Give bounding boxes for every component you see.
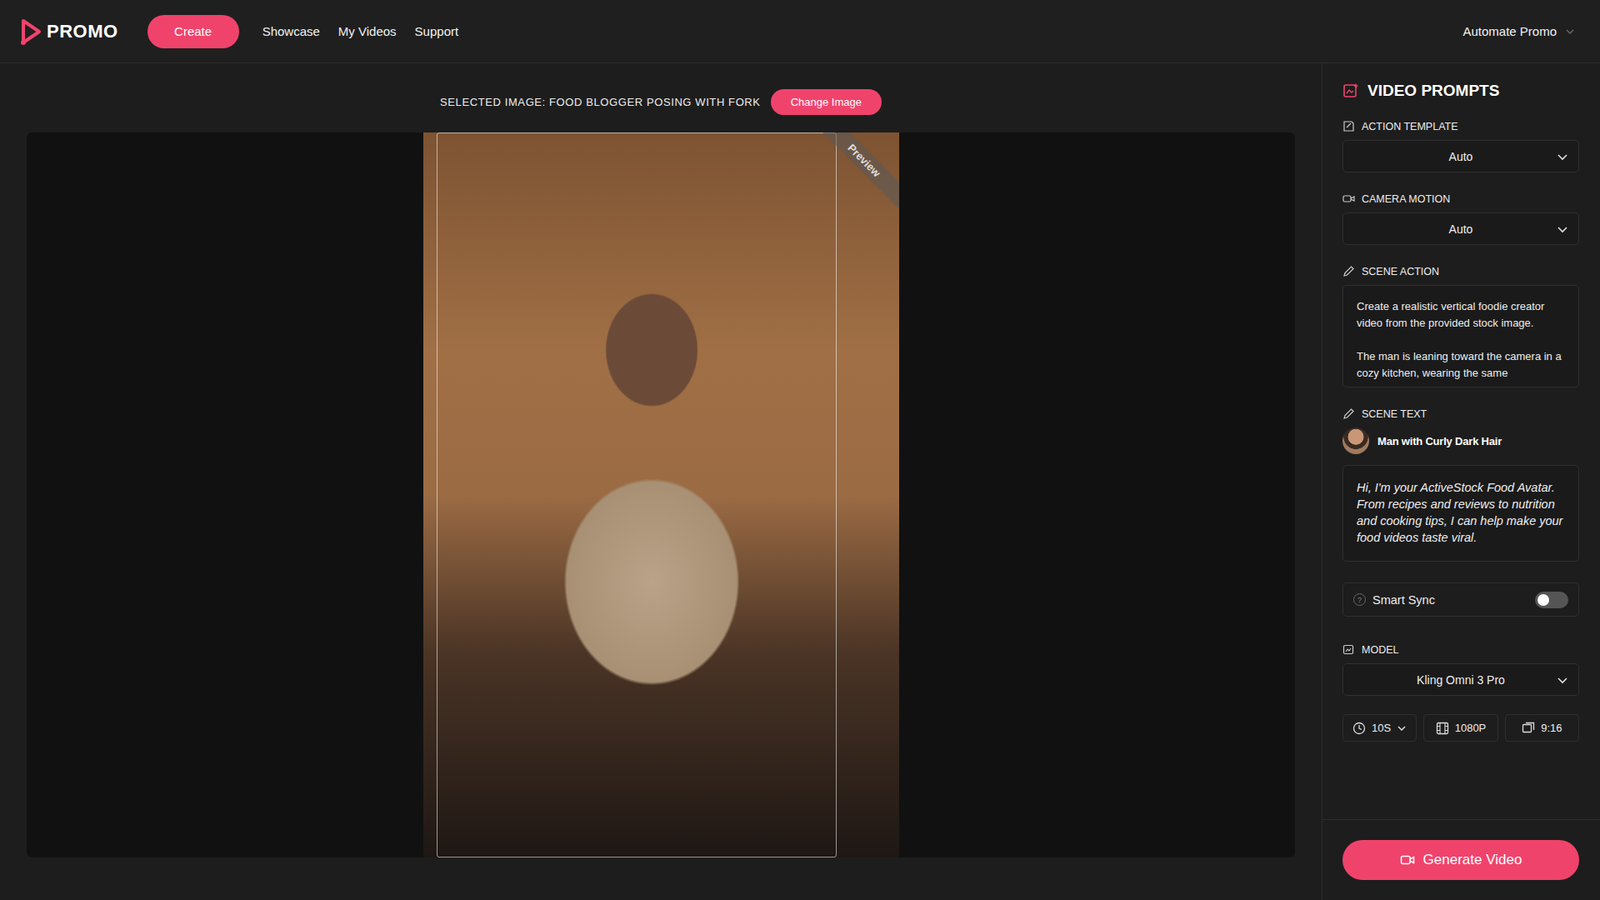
speaker[interactable]: Man with Curly Dark Hair (1342, 427, 1580, 455)
clock-icon (1352, 721, 1366, 735)
aspect-ratio-icon (1521, 721, 1535, 735)
preview-badge: Preview (845, 141, 883, 180)
crop-frame[interactable] (436, 132, 837, 858)
nav-item[interactable]: Support (415, 24, 460, 39)
option-label: 10S (1371, 721, 1391, 735)
scene-action-input[interactable]: Create a realistic vertical foodie creat… (1342, 285, 1580, 388)
option-chip[interactable]: 10S (1342, 714, 1417, 742)
option-chip[interactable]: 9:16 (1505, 714, 1580, 742)
camera-icon (1342, 192, 1355, 205)
selected-image-label: SELECTED IMAGE: FOOD BLOGGER POSING WITH… (440, 95, 761, 109)
output-options: 10S 1080P 9:16 (1342, 714, 1580, 742)
model-icon (1342, 643, 1355, 656)
smart-sync-label: Smart Sync (1372, 593, 1435, 607)
main-nav: Showcase My Videos Support (262, 24, 460, 39)
camera-motion-label: CAMERA MOTION (1342, 192, 1580, 205)
app: PROMO Create Showcase My Videos Support Au… (0, 0, 1600, 900)
scene-action-label: SCENE ACTION (1342, 265, 1580, 278)
action-template-select[interactable]: Auto (1342, 140, 1580, 173)
logo-text: PROMO (46, 20, 119, 43)
pencil-icon (1342, 265, 1355, 278)
smart-sync-row: ? Smart Sync (1342, 582, 1580, 617)
preview-ribbon: Preview (807, 132, 900, 225)
speaker-avatar (1342, 427, 1370, 455)
generate-video-button[interactable]: Generate Video (1342, 840, 1580, 880)
chevron-down-icon (1556, 223, 1569, 235)
video-camera-icon (1400, 852, 1415, 868)
preview-image: Preview (423, 132, 900, 858)
camera-motion-select[interactable]: Auto (1342, 212, 1580, 245)
pencil-icon (1342, 407, 1355, 420)
panel-title: VIDEO PROMPTS (1342, 80, 1580, 102)
scene-text-label: SCENE TEXT (1342, 407, 1580, 420)
prompt-icon (1342, 82, 1360, 100)
model-label: MODEL (1342, 643, 1580, 656)
speaker-name: Man with Curly Dark Hair (1377, 435, 1502, 448)
smart-sync-toggle[interactable] (1535, 591, 1569, 609)
help-icon[interactable]: ? (1353, 593, 1366, 606)
chevron-down-icon (1396, 723, 1407, 734)
option-label: 9:16 (1540, 721, 1562, 735)
model-select[interactable]: Kling Omni 3 Pro (1342, 663, 1580, 696)
create-button[interactable]: Create (147, 15, 240, 49)
nav-item[interactable]: My Videos (338, 24, 397, 39)
action-template-label: ACTION TEMPLATE (1342, 120, 1580, 133)
top-bar: PROMO Create Showcase My Videos Support Au… (0, 0, 1600, 64)
panel-footer: Generate Video (1322, 819, 1600, 900)
scene-text-input[interactable]: Hi, I'm your ActiveStock Food Avatar. Fr… (1342, 465, 1580, 562)
preview-canvas: Preview (26, 132, 1295, 858)
preview-area: SELECTED IMAGE: FOOD BLOGGER POSING WITH… (0, 63, 1322, 900)
option-label: 1080P (1455, 721, 1487, 735)
chevron-down-icon (1556, 150, 1569, 163)
video-prompts-panel: VIDEO PROMPTS ACTION TEMPLATE Auto CAMER… (1321, 63, 1600, 900)
chevron-down-icon (1565, 26, 1575, 37)
film-icon (1435, 721, 1450, 735)
play-logo-icon (20, 18, 42, 45)
chevron-down-icon (1556, 674, 1569, 686)
change-image-button[interactable]: Change Image (770, 89, 882, 115)
selected-image-bar: SELECTED IMAGE: FOOD BLOGGER POSING WITH… (26, 89, 1295, 115)
template-icon (1342, 120, 1355, 133)
option-chip[interactable]: 1080P (1423, 714, 1498, 742)
account-name: Automate Promo (1462, 24, 1557, 39)
nav-item[interactable]: Showcase (262, 24, 320, 39)
account-menu[interactable]: Automate Promo (1462, 24, 1575, 39)
logo[interactable]: PROMO (20, 18, 119, 45)
